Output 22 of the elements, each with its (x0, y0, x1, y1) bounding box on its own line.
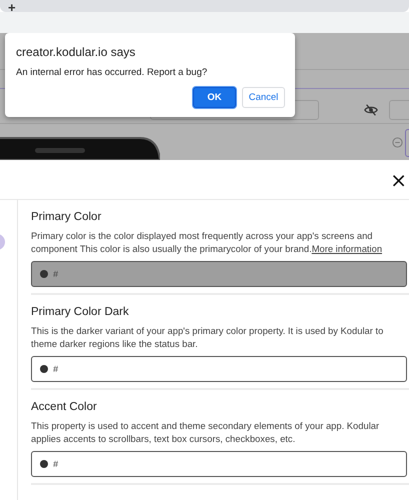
color-field[interactable]: # (31, 451, 407, 477)
property-description: This is the darker variant of your app's primary color property. It is used by Kodular to theme darker regions like the status bar. (31, 324, 384, 350)
eye-slash-icon[interactable] (364, 103, 378, 117)
property-description: This property is used to accent and theme secondary elements of your app. Kodular applies accents to scrollbars, text box cursors, checkboxes, etc. (31, 419, 380, 445)
dialog-title: creator.kodular.io says (16, 45, 136, 59)
property-description: Primary color is the color displayed most frequently across your app's screens and component This color is also usually the primarycolor of your brand.More information (31, 229, 384, 255)
close-button[interactable]: × (388, 170, 409, 190)
property-title: Primary Color Dark (31, 306, 130, 318)
property-title: Primary Color (31, 211, 102, 223)
dialog-message: An internal error has occurred. Report a bug? (16, 67, 208, 78)
new-tab-button[interactable]: + (8, 3, 16, 12)
color-field[interactable]: # (31, 356, 407, 382)
color-swatch-icon (40, 270, 48, 278)
color-value: # (53, 364, 58, 374)
more-information-link[interactable]: More information (312, 243, 382, 254)
color-value: # (53, 269, 58, 279)
color-swatch-icon (40, 365, 48, 373)
property-title: Accent Color (31, 401, 98, 413)
color-swatch-icon (40, 460, 48, 468)
color-value: # (53, 459, 58, 469)
cancel-button[interactable]: Cancel (242, 87, 285, 108)
ok-button[interactable]: OK (193, 87, 236, 108)
